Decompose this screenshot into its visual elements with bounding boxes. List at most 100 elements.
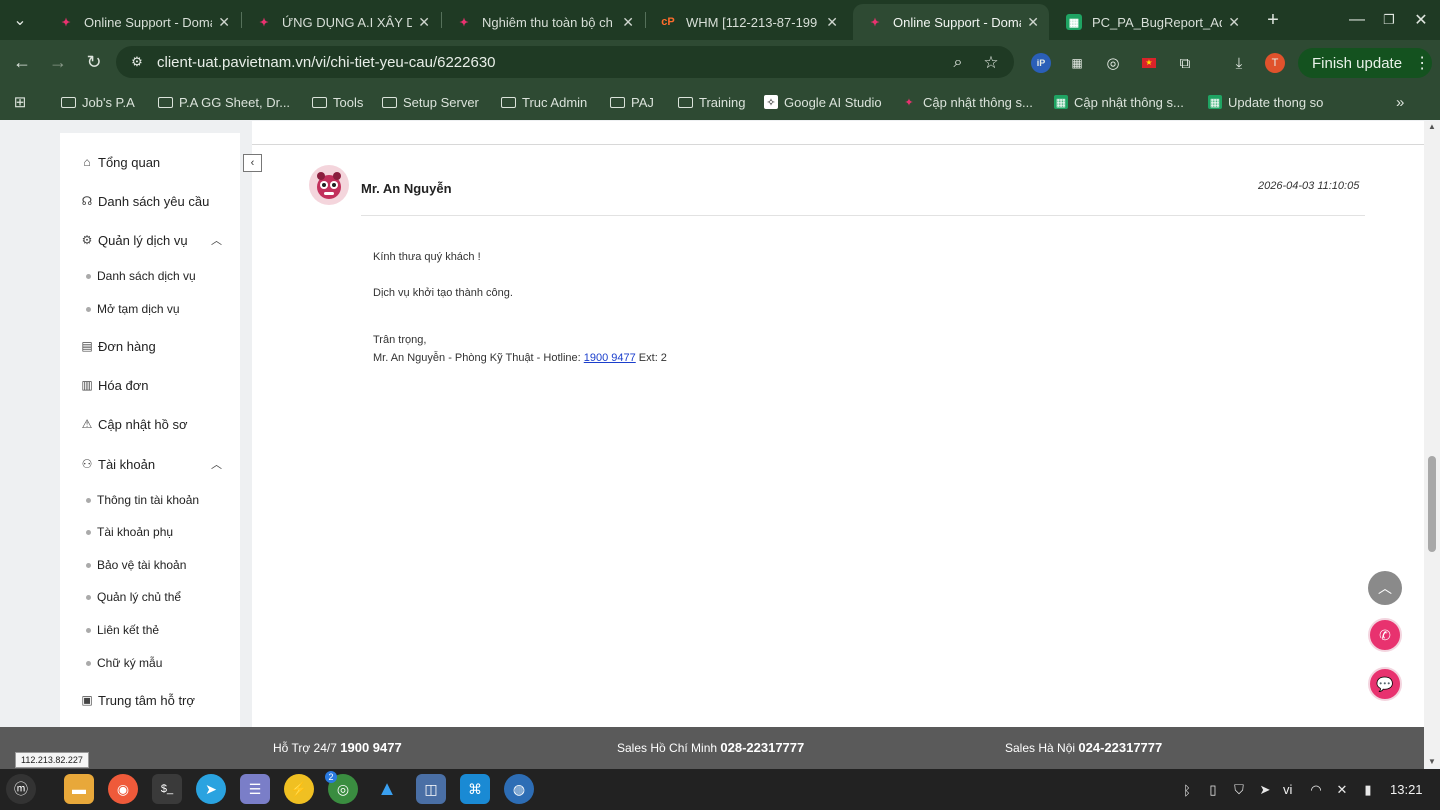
- bookmark-link[interactable]: ▦ Update thong so: [1208, 92, 1323, 112]
- clipboard-tray-icon[interactable]: ▯: [1203, 780, 1223, 800]
- browser-tab[interactable]: ✦ Online Support - Doma ✕: [44, 4, 240, 40]
- sidebar-subitem[interactable]: Mở tạm dịch vụ: [86, 300, 180, 318]
- mint-menu-icon[interactable]: ⓜ: [6, 774, 36, 804]
- bookmark-link[interactable]: ✦ Cập nhật thông s...: [901, 92, 1032, 112]
- sidebar-subitem[interactable]: Liên kết thẻ: [86, 621, 159, 639]
- more-menu-icon[interactable]: ⋮: [1414, 53, 1430, 73]
- scrollbar-thumb[interactable]: [1428, 456, 1436, 552]
- app-a-icon[interactable]: ▲: [372, 774, 402, 804]
- sidebar-subitem[interactable]: Bảo vệ tài khoản: [86, 556, 186, 574]
- qr-code-icon[interactable]: ▦: [1067, 53, 1087, 73]
- globe-app-icon[interactable]: ◍: [504, 774, 534, 804]
- hcm-phone[interactable]: 028-22317777: [720, 740, 804, 755]
- sidebar-item-cap-nhat-ho-so[interactable]: ⚠ Cập nhật hồ sơ: [80, 414, 188, 434]
- forward-arrow-icon[interactable]: →: [44, 48, 72, 76]
- extensions-puzzle-icon[interactable]: ⧉: [1175, 53, 1195, 73]
- minimize-window-icon[interactable]: —: [1343, 6, 1371, 34]
- sidebar-item-quan-ly-dich-vu[interactable]: ⚙ Quản lý dịch vụ ︿: [80, 230, 222, 250]
- invoice-icon: ▥: [81, 378, 93, 392]
- volume-muted-icon[interactable]: ✕: [1332, 780, 1352, 800]
- ip-extension-icon[interactable]: iP: [1031, 53, 1051, 73]
- ip-tooltip: 112.213.82.227: [15, 752, 89, 768]
- terminal-icon[interactable]: $_: [152, 774, 182, 804]
- close-tab-icon[interactable]: ✕: [826, 14, 838, 31]
- sidebar-subitem[interactable]: Chữ ký mẫu: [86, 654, 162, 672]
- bookmark-folder[interactable]: PAJ: [609, 92, 654, 112]
- browser-tab[interactable]: ✦ ỨNG DỤNG A.I XÂY DỰ ✕: [242, 4, 440, 40]
- input-language[interactable]: vi: [1283, 782, 1292, 797]
- close-tab-icon[interactable]: ✕: [218, 14, 230, 31]
- download-icon[interactable]: ⤓: [1229, 53, 1249, 73]
- apps-grid-icon[interactable]: ⊞: [12, 92, 34, 112]
- screenshot-app-icon[interactable]: ◫: [416, 774, 446, 804]
- browser-app-icon[interactable]: ◉: [108, 774, 138, 804]
- bookmark-star-icon[interactable]: ☆: [981, 53, 1001, 73]
- new-tab-plus-icon[interactable]: +: [1259, 6, 1287, 34]
- files-folder-icon[interactable]: ▬: [64, 774, 94, 804]
- clock[interactable]: 13:21: [1390, 782, 1423, 797]
- sidebar-subitem[interactable]: Tài khoản phụ: [86, 523, 173, 541]
- more-bookmarks-chevron-icon[interactable]: »: [1396, 92, 1404, 112]
- profile-avatar[interactable]: T: [1265, 53, 1285, 73]
- bookmark-link[interactable]: ✧ Google AI Studio: [764, 92, 882, 112]
- sidebar-item-tong-quan[interactable]: ⌂ Tổng quan: [80, 152, 160, 172]
- sidebar-subitem[interactable]: Danh sách dịch vụ: [86, 267, 196, 285]
- bookmark-folder[interactable]: Job's P.A: [60, 92, 135, 112]
- sidebar-subitem[interactable]: Thông tin tài khoản: [86, 491, 199, 509]
- close-tab-icon[interactable]: ✕: [622, 14, 634, 31]
- vscode-icon[interactable]: ⌘: [460, 774, 490, 804]
- sync-extension-icon[interactable]: ◎: [1103, 53, 1123, 73]
- url-text[interactable]: client-uat.pavietnam.vn/vi/chi-tiet-yeu-…: [157, 54, 496, 71]
- hotline-link[interactable]: 1900 9477: [584, 352, 636, 364]
- sidebar-item-don-hang[interactable]: ▤ Đơn hàng: [80, 336, 155, 356]
- chevron-up-icon: ︿: [1378, 580, 1392, 596]
- vietnam-flag-icon[interactable]: ★: [1139, 53, 1159, 73]
- browser-tab-active[interactable]: ✦ Online Support - Doma ✕: [853, 4, 1049, 40]
- maximize-window-icon[interactable]: ❐: [1375, 6, 1403, 34]
- bluetooth-icon[interactable]: ᛒ: [1177, 780, 1197, 800]
- pa-logo-icon: ✦: [459, 16, 469, 29]
- collapse-sidebar-button[interactable]: ‹: [243, 154, 262, 172]
- sidebar-item-danh-sach-yeu-cau[interactable]: ☊ Danh sách yêu cầu: [80, 191, 210, 211]
- live-chat-button[interactable]: 💬: [1368, 667, 1402, 701]
- sidebar-subitem[interactable]: Quản lý chủ thể: [86, 588, 181, 606]
- cpanel-icon: cP: [661, 16, 675, 28]
- bookmark-folder[interactable]: Tools: [311, 92, 363, 112]
- scroll-down-arrow-icon[interactable]: ▼: [1428, 757, 1436, 766]
- back-arrow-icon[interactable]: ←: [8, 48, 36, 76]
- browser-tab[interactable]: ✦ Nghiêm thu toàn bộ ch ✕: [442, 4, 644, 40]
- bookmark-folder[interactable]: Training: [677, 92, 745, 112]
- sidebar-item-trung-tam-ho-tro[interactable]: ▣ Trung tâm hỗ trợ: [80, 690, 195, 710]
- text-editor-icon[interactable]: ☰: [240, 774, 270, 804]
- free-call-button[interactable]: ✆: [1368, 618, 1402, 652]
- site-info-icon[interactable]: ⚙: [128, 53, 146, 71]
- close-tab-icon[interactable]: ✕: [1027, 14, 1039, 31]
- close-tab-icon[interactable]: ✕: [418, 14, 430, 31]
- power-app-icon[interactable]: ⚡: [284, 774, 314, 804]
- close-window-icon[interactable]: ✕: [1407, 6, 1435, 34]
- support-center-icon: ▣: [81, 693, 93, 707]
- tab-search-chevron-icon[interactable]: ⌄: [6, 6, 34, 34]
- zoom-search-icon[interactable]: ⌕: [948, 53, 968, 73]
- bookmark-folder[interactable]: Truc Admin: [500, 92, 587, 112]
- wifi-icon[interactable]: ◠: [1306, 780, 1326, 800]
- hn-phone[interactable]: 024-22317777: [1078, 740, 1162, 755]
- sidebar-item-tai-khoan[interactable]: ⚇ Tài khoản ︿: [80, 454, 222, 474]
- scroll-to-top-button[interactable]: ︿: [1368, 571, 1402, 605]
- page-scrollbar[interactable]: [1424, 121, 1440, 767]
- sidebar-item-hoa-don[interactable]: ▥ Hóa đơn: [80, 375, 148, 395]
- telegram-icon[interactable]: ➤: [196, 774, 226, 804]
- telegram-tray-icon[interactable]: ➤: [1255, 780, 1275, 800]
- bookmark-link[interactable]: ▦ Cập nhật thông s...: [1054, 92, 1184, 112]
- reload-icon[interactable]: ↻: [80, 48, 108, 76]
- bookmark-folder[interactable]: P.A GG Sheet, Dr...: [157, 92, 290, 112]
- battery-icon[interactable]: ▮: [1358, 780, 1378, 800]
- support-phone[interactable]: 1900 9477: [340, 740, 401, 755]
- scroll-up-arrow-icon[interactable]: ▲: [1428, 122, 1436, 131]
- finish-update-button[interactable]: Finish update ⋮: [1298, 48, 1432, 78]
- browser-tab[interactable]: cP WHM [112-213-87-199 ✕: [646, 4, 848, 40]
- close-tab-icon[interactable]: ✕: [1228, 14, 1240, 31]
- bookmark-folder[interactable]: Setup Server: [381, 92, 479, 112]
- browser-tab[interactable]: ▦ PC_PA_BugReport_Ad ✕: [1052, 4, 1250, 40]
- shield-icon[interactable]: ⛉: [1229, 780, 1249, 800]
